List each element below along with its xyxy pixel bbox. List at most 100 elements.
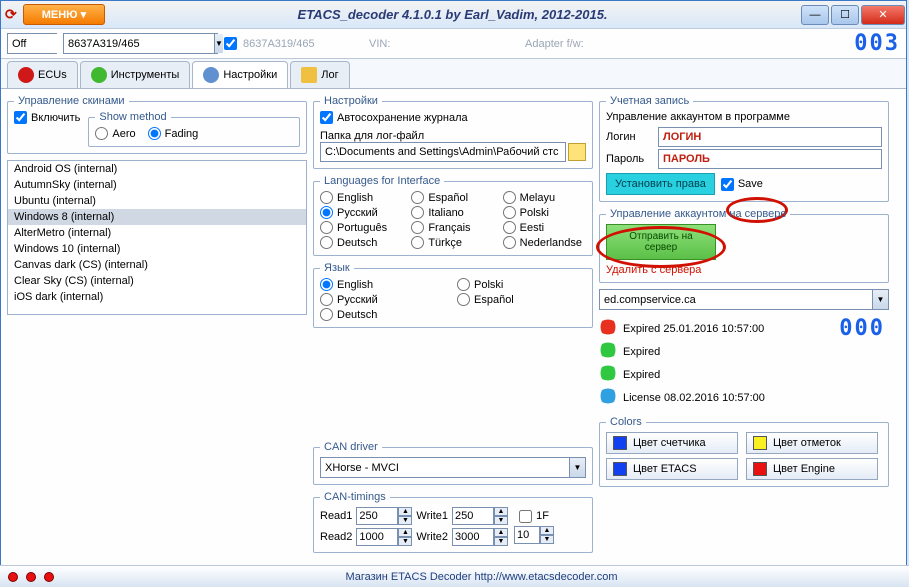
server-account-fieldset: Управление аккаунтом на сервере Отправит… [599,208,889,283]
app-icon: ⟳ [5,6,17,23]
status-url[interactable]: Магазин ETACS Decoder http://www.etacsde… [62,571,901,583]
show-aero-radio[interactable]: Aero [95,127,135,140]
tools-icon [91,67,107,83]
skins-fieldset: Управление скинами Включить Show method … [7,95,307,154]
onoff-combo[interactable]: ▼ [7,33,57,54]
settings-fieldset: Настройки Автосохранение журнала Папка д… [313,95,593,169]
tab-settings[interactable]: Настройки [192,61,288,88]
tab-ecus[interactable]: ECUs [7,61,78,88]
login-input[interactable] [658,127,882,147]
ecus-icon [18,67,34,83]
onef-check[interactable]: 1F [519,510,549,523]
license-counter: 000 [839,316,885,341]
can-driver-combo[interactable]: ▼ [320,457,586,478]
titlebar: ⟳ МЕНЮ ▾ ETACS_decoder 4.1.0.1 by Earl_V… [1,1,906,29]
colors-fieldset: Colors Цвет счетчика Цвет отметок Цвет E… [599,416,889,487]
iface-lang-radio[interactable]: Polski [503,206,586,219]
tab-instruments[interactable]: Инструменты [80,61,191,88]
color-engine-button[interactable]: Цвет Engine [746,458,878,480]
set-rights-button[interactable]: Установить права [606,173,715,195]
iface-lang-radio[interactable]: Español [411,191,494,204]
lang-fieldset: Язык EnglishPolskiРусскийEspañolDeutsch [313,262,593,328]
license-status-icon [599,364,617,385]
browse-folder-icon[interactable] [568,143,586,161]
statusbar: Магазин ETACS Decoder http://www.etacsde… [0,565,909,587]
adapter-label: Adapter f/w: [525,38,848,50]
iface-lang-fieldset: Languages for Interface EnglishEspañolMe… [313,175,593,256]
license-list: 000 Expired 25.01.2016 10:57:00ExpiredEx… [599,316,889,410]
iface-lang-radio[interactable]: Italiano [411,206,494,219]
show-fading-radio[interactable]: Fading [148,127,199,140]
lang-radio[interactable]: Polski [457,278,586,291]
autosave-check[interactable]: Автосохранение журнала [320,111,586,124]
license-status-icon [599,341,617,362]
license-row: Expired [599,341,889,362]
tabbar: ECUs Инструменты Настройки Лог [1,59,906,89]
skin-list-item[interactable]: AlterMetro (internal) [8,225,306,241]
gear-icon [203,67,219,83]
skin-list-item[interactable]: Canvas dark (CS) (internal) [8,257,306,273]
skin-list[interactable]: Android OS (internal)AutumnSky (internal… [7,160,307,315]
read1-spin[interactable]: ▲▼ [356,507,412,525]
save-check[interactable]: Save [721,178,763,191]
status-led [8,572,18,582]
server-host-combo[interactable]: ▼ [599,289,889,310]
color-counter-button[interactable]: Цвет счетчика [606,432,738,454]
status-led [26,572,36,582]
menu-button[interactable]: МЕНЮ ▾ [23,4,105,25]
iface-lang-radio[interactable]: Melayu [503,191,586,204]
read2-spin[interactable]: ▲▼ [356,528,412,546]
lang-radio[interactable]: Deutsch [320,308,449,321]
account-fieldset: Учетная запись Управление аккаунтом в пр… [599,95,889,202]
partnum-disabled-label: 8637A319/465 [243,38,363,50]
tab-log[interactable]: Лог [290,61,349,88]
lang-radio[interactable]: English [320,278,449,291]
iface-lang-radio[interactable]: Deutsch [320,236,403,249]
log-icon [301,67,317,83]
skin-list-item[interactable]: AutumnSky (internal) [8,177,306,193]
iface-lang-radio[interactable]: Nederlandse [503,236,586,249]
skin-list-item[interactable]: Ubuntu (internal) [8,193,306,209]
can-timings-fieldset: CAN-timings Read1 ▲▼ Write1 ▲▼ Read2 ▲▼ … [313,491,593,553]
enable-skins-check[interactable]: Включить [14,111,80,124]
iface-lang-radio[interactable]: Eesti [503,221,586,234]
password-input[interactable] [658,149,882,169]
ten-spin[interactable]: ▲▼ [514,526,554,544]
license-status-icon [599,318,617,339]
iface-lang-radio[interactable]: Русский [320,206,403,219]
can-driver-fieldset: CAN driver ▼ [313,441,593,485]
write1-spin[interactable]: ▲▼ [452,507,508,525]
partnum-check[interactable] [224,37,237,50]
partnum-combo[interactable]: ▼ [63,33,218,54]
color-marks-button[interactable]: Цвет отметок [746,432,878,454]
skin-list-item[interactable]: Clear Sky (CS) (internal) [8,273,306,289]
delete-from-server-link[interactable]: Удалить с сервера [606,264,882,276]
vin-label: VIN: [369,38,519,50]
window-title: ETACS_decoder 4.1.0.1 by Earl_Vadim, 201… [105,7,800,22]
skin-list-item[interactable]: iOS dark (internal) [8,289,306,305]
log-folder-input[interactable] [320,142,566,162]
license-status-icon [599,387,617,408]
iface-lang-radio[interactable]: Türkçe [411,236,494,249]
skin-list-item[interactable]: Android OS (internal) [8,161,306,177]
write2-spin[interactable]: ▲▼ [452,528,508,546]
maximize-button[interactable]: ☐ [831,5,859,25]
color-etacs-button[interactable]: Цвет ETACS [606,458,738,480]
skin-list-item[interactable]: Windows 8 (internal) [8,209,306,225]
folder-label: Папка для лог-файл [320,130,586,142]
lang-radio[interactable]: Español [457,293,586,306]
status-led [44,572,54,582]
iface-lang-radio[interactable]: Français [411,221,494,234]
minimize-button[interactable]: — [801,5,829,25]
license-row: Expired [599,364,889,385]
skin-list-item[interactable]: Windows 10 (internal) [8,241,306,257]
close-button[interactable]: ✕ [861,5,905,25]
account-subtitle: Управление аккаунтом в программе [606,111,882,123]
toolbar: ▼ ▼ 8637A319/465 VIN: Adapter f/w: 003 [1,29,906,59]
license-row: License 08.02.2016 10:57:00 [599,387,889,408]
lang-radio[interactable]: Русский [320,293,449,306]
send-to-server-button[interactable]: Отправить на сервер [606,224,716,260]
counter-display: 003 [854,31,900,56]
iface-lang-radio[interactable]: English [320,191,403,204]
iface-lang-radio[interactable]: Português [320,221,403,234]
